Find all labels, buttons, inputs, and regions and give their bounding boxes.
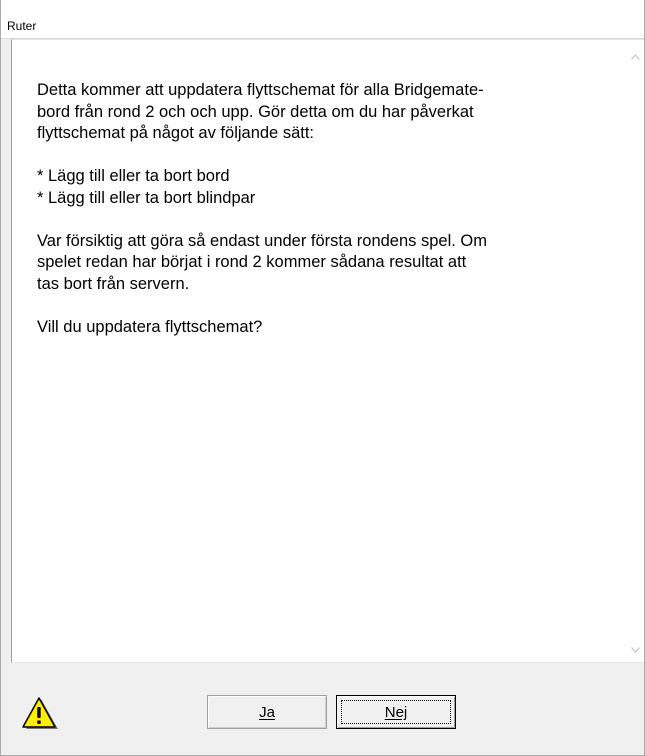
vertical-scrollbar[interactable]	[627, 40, 644, 662]
message-line: flyttschemat på något av följande sätt:	[37, 124, 314, 142]
yes-button-label: Ja	[259, 703, 275, 721]
yes-button[interactable]: Ja	[207, 695, 327, 729]
scroll-up-icon[interactable]	[631, 54, 640, 63]
message-line: Detta kommer att uppdatera flyttschemat …	[37, 81, 484, 99]
message-line: bord från rond 2 och och upp. Gör detta …	[37, 102, 474, 121]
window-title: Ruter	[7, 19, 37, 33]
message-text: Detta kommer att uppdatera flyttschemat …	[37, 80, 617, 338]
message-line: tas bort från servern.	[37, 274, 190, 293]
dialog-window: Ruter Detta kommer att uppdatera flyttsc…	[0, 0, 645, 756]
message-textbox: Detta kommer att uppdatera flyttschemat …	[11, 39, 644, 663]
message-bullet: * Lägg till eller ta bort blindpar	[37, 188, 256, 207]
warning-icon	[22, 696, 58, 730]
focus-rectangle	[341, 700, 451, 724]
title-bar[interactable]: Ruter	[1, 0, 644, 39]
scroll-down-icon[interactable]	[631, 647, 640, 656]
message-bullet: * Lägg till eller ta bort bord	[37, 167, 230, 185]
message-line: spelet redan har börjat i rond 2 kommer …	[37, 253, 467, 271]
message-line: Var försiktig att göra så endast under f…	[37, 231, 488, 250]
no-button[interactable]: Nej	[336, 695, 456, 729]
message-question: Vill du uppdatera flyttschemat?	[37, 317, 263, 336]
button-bar: Ja Nej	[1, 663, 644, 755]
